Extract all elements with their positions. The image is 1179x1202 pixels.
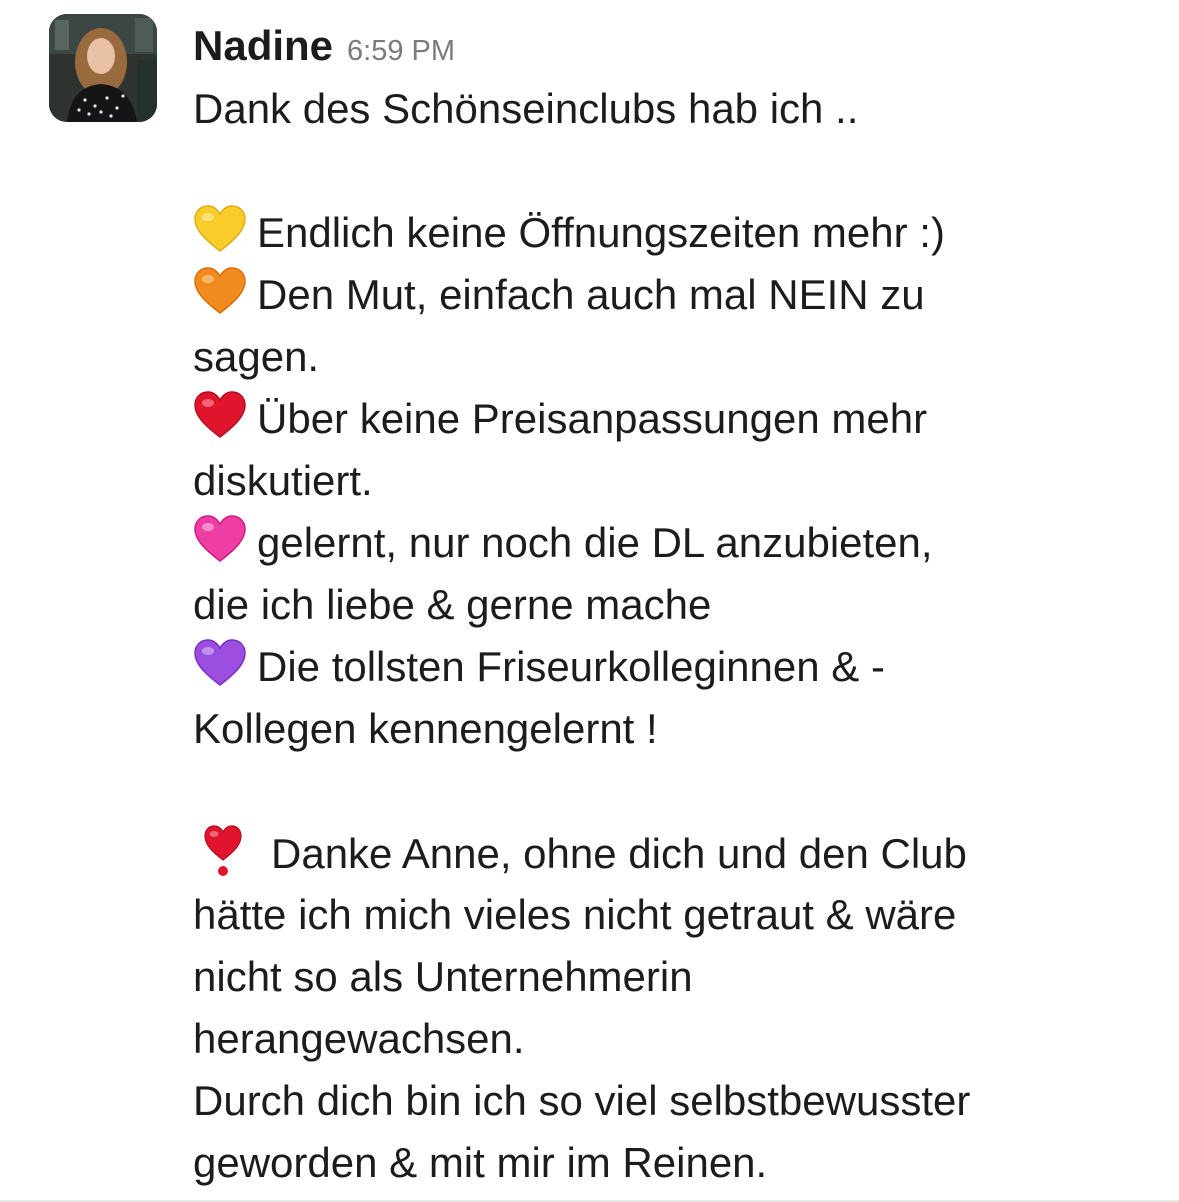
avatar[interactable] — [49, 14, 157, 122]
message-line: Durch dich bin ich so viel selbstbewusst… — [193, 1077, 971, 1124]
message-line: gelernt, nur noch die DL anzubieten, — [193, 512, 1153, 574]
message-line: herangewachsen. — [193, 1015, 525, 1062]
avatar-photo-icon — [49, 14, 157, 122]
message-line: die ich liebe & gerne mache — [193, 581, 712, 628]
heart-exclamation-icon — [201, 822, 245, 878]
message-line: geworden & mit mir im Reinen. — [193, 1139, 768, 1186]
message-line: diskutiert. — [193, 457, 373, 504]
message-line: Die tollsten Friseurkolleginnen & - — [193, 636, 1153, 698]
message-line: Endlich keine Öffnungszeiten mehr :) — [193, 202, 1153, 264]
message-line: Den Mut, einfach auch mal NEIN zu — [193, 264, 1153, 326]
list-item-text: Über keine Preisanpassungen mehr — [257, 395, 928, 442]
list-item-text: Die tollsten Friseurkolleginnen & - — [257, 643, 885, 690]
list-item-text: gelernt, nur noch die DL anzubieten, — [257, 519, 933, 566]
purple-heart-icon — [193, 639, 247, 687]
sender-name[interactable]: Nadine — [193, 18, 333, 74]
message-body: Dank des Schönseinclubs hab ich .. Endli… — [193, 78, 1153, 1194]
message-line: hätte ich mich vieles nicht getraut & wä… — [193, 891, 957, 938]
red-heart-icon — [193, 391, 247, 439]
chat-message: Nadine 6:59 PM Dank des Schönseinclubs h… — [0, 0, 1179, 1202]
message-line: sagen. — [193, 333, 320, 380]
message-line: Über keine Preisanpassungen mehr — [193, 388, 1153, 450]
message-text: Danke Anne, ohne dich und den Club — [271, 830, 967, 877]
orange-heart-icon — [193, 267, 247, 315]
pink-heart-icon — [193, 515, 247, 563]
message-header: Nadine 6:59 PM — [193, 18, 1153, 78]
list-item-text: Den Mut, einfach auch mal NEIN zu — [257, 271, 925, 318]
list-item-text: Endlich keine Öffnungszeiten mehr :) — [257, 209, 945, 256]
yellow-heart-icon — [193, 205, 247, 253]
message-line: Dank des Schönseinclubs hab ich .. — [193, 85, 859, 132]
message-line: Danke Anne, ohne dich und den Club — [193, 822, 1153, 884]
message-timestamp[interactable]: 6:59 PM — [347, 35, 455, 68]
message-line: nicht so als Unternehmerin — [193, 953, 693, 1000]
message-content: Nadine 6:59 PM Dank des Schönseinclubs h… — [193, 18, 1153, 1194]
message-line: Kollegen kennengelernt ! — [193, 705, 658, 752]
